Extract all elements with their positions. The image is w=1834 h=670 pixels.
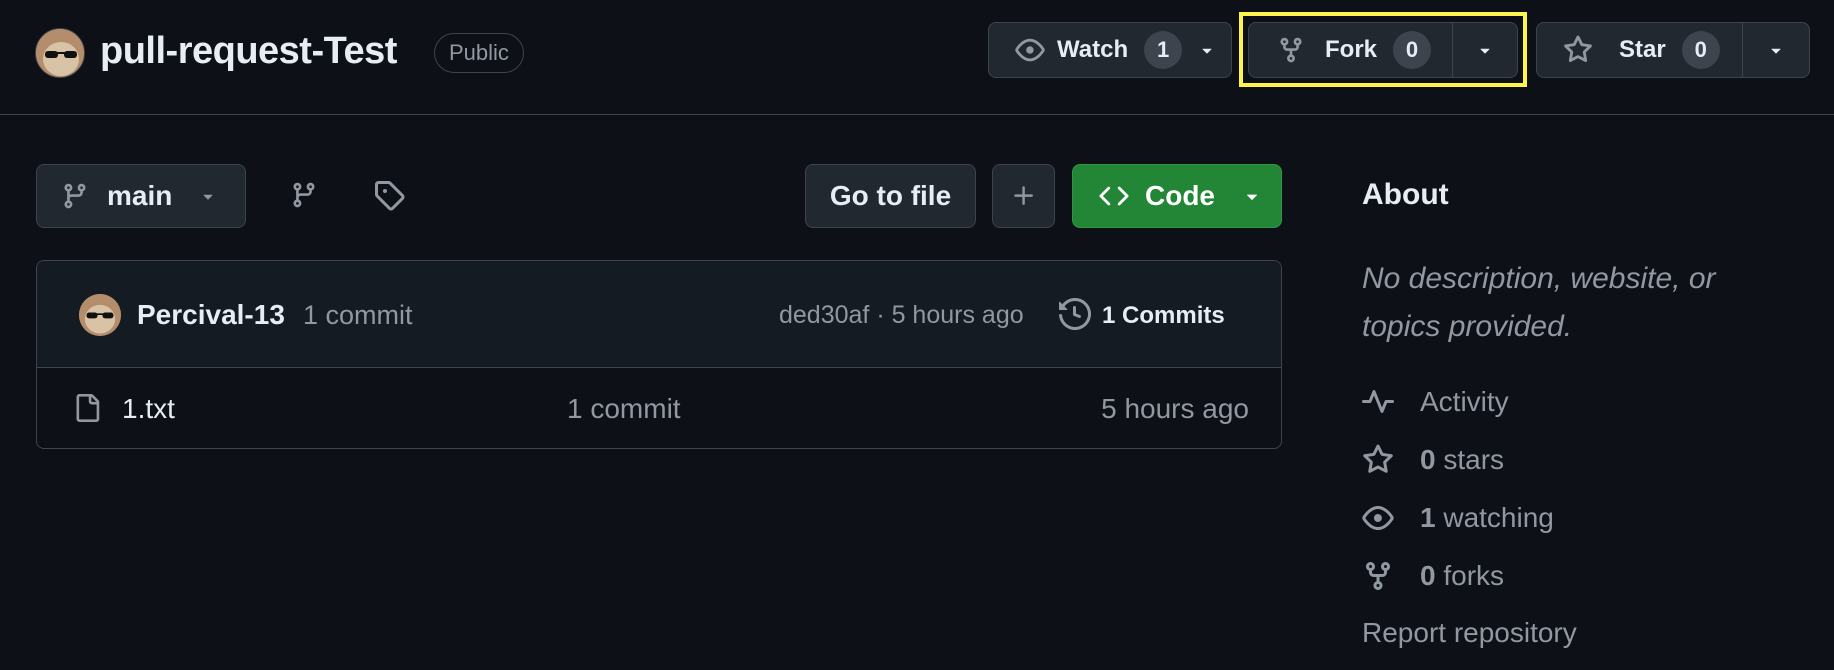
watching-link[interactable]: 1 watching — [1362, 502, 1554, 534]
star-count: 0 — [1681, 31, 1720, 69]
watch-label: Watch — [1057, 36, 1129, 63]
about-description: No description, website, or topics provi… — [1362, 262, 1716, 343]
branch-icon — [290, 178, 318, 212]
watching-label: watching — [1435, 502, 1554, 533]
file-list: Percival-13 1 commit ded30af · 5 hours a… — [36, 260, 1282, 449]
add-file-button[interactable] — [992, 164, 1055, 228]
activity-link[interactable]: Activity — [1362, 386, 1509, 418]
go-to-file-button[interactable]: Go to file — [805, 164, 976, 228]
watch-dropdown[interactable] — [1182, 23, 1231, 77]
caret-down-icon — [1197, 40, 1217, 60]
author-avatar[interactable] — [79, 294, 121, 336]
fork-icon — [1277, 36, 1305, 64]
eye-icon — [1362, 502, 1394, 534]
owner-avatar[interactable] — [35, 28, 85, 78]
stars-count: 0 — [1420, 444, 1436, 475]
branch-name: main — [107, 180, 173, 211]
commit-author[interactable]: Percival-13 — [137, 299, 285, 331]
file-icon — [73, 392, 101, 424]
caret-down-icon — [1475, 40, 1495, 60]
fork-button-group: Fork 0 — [1248, 22, 1518, 78]
watch-button-group: Watch 1 — [988, 22, 1232, 78]
file-commit-message[interactable]: 1 commit — [567, 393, 681, 425]
forks-link[interactable]: 0 forks — [1362, 560, 1504, 592]
report-repository-link[interactable]: Report repository — [1362, 617, 1577, 649]
fork-button[interactable]: Fork 0 — [1249, 23, 1452, 77]
about-title: About — [1362, 178, 1449, 211]
watch-button[interactable]: Watch 1 — [989, 23, 1183, 77]
commits-link[interactable]: 1 Commits — [1102, 302, 1225, 330]
visibility-badge: Public — [434, 33, 524, 73]
commit-meta[interactable]: ded30af · 5 hours ago — [779, 301, 1024, 330]
star-icon — [1362, 444, 1394, 476]
branches-link[interactable] — [290, 178, 318, 212]
caret-down-icon — [1766, 40, 1786, 60]
fork-dropdown[interactable] — [1453, 23, 1517, 77]
caret-down-icon — [198, 186, 218, 206]
watch-count: 1 — [1144, 31, 1183, 69]
eye-icon — [1015, 35, 1045, 65]
branch-icon — [61, 182, 89, 210]
table-row[interactable]: 1.txt 1 commit 5 hours ago — [37, 368, 1281, 448]
history-icon[interactable] — [1059, 298, 1091, 330]
tags-link[interactable] — [373, 178, 405, 212]
star-label: Star — [1619, 36, 1666, 63]
code-button[interactable]: Code — [1072, 164, 1282, 228]
repo-header: pull-request-Test Public Watch 1 Fork 0 — [0, 0, 1834, 115]
branch-selector[interactable]: main — [36, 164, 246, 228]
fork-label: Fork — [1325, 36, 1378, 63]
forks-count: 0 — [1420, 560, 1436, 591]
star-button-group: Star 0 — [1536, 22, 1810, 78]
star-dropdown[interactable] — [1743, 23, 1809, 77]
star-button[interactable]: Star 0 — [1537, 23, 1742, 77]
plus-icon — [1011, 183, 1037, 209]
code-label: Code — [1145, 180, 1215, 211]
commit-message[interactable]: 1 commit — [303, 300, 413, 331]
caret-down-icon — [1241, 185, 1263, 207]
pulse-icon — [1362, 386, 1394, 418]
file-timestamp: 5 hours ago — [1101, 393, 1249, 424]
fork-icon — [1362, 560, 1394, 592]
activity-label: Activity — [1420, 386, 1509, 417]
star-icon — [1563, 35, 1593, 65]
stars-label: stars — [1435, 444, 1505, 475]
file-name[interactable]: 1.txt — [122, 393, 175, 425]
forks-label: forks — [1435, 560, 1505, 591]
fork-count: 0 — [1393, 31, 1432, 69]
latest-commit-row: Percival-13 1 commit ded30af · 5 hours a… — [37, 261, 1281, 368]
watching-count: 1 — [1420, 502, 1436, 533]
code-icon — [1099, 181, 1129, 211]
tag-icon — [373, 178, 405, 212]
stars-link[interactable]: 0 stars — [1362, 444, 1504, 476]
repo-title[interactable]: pull-request-Test — [100, 30, 397, 73]
